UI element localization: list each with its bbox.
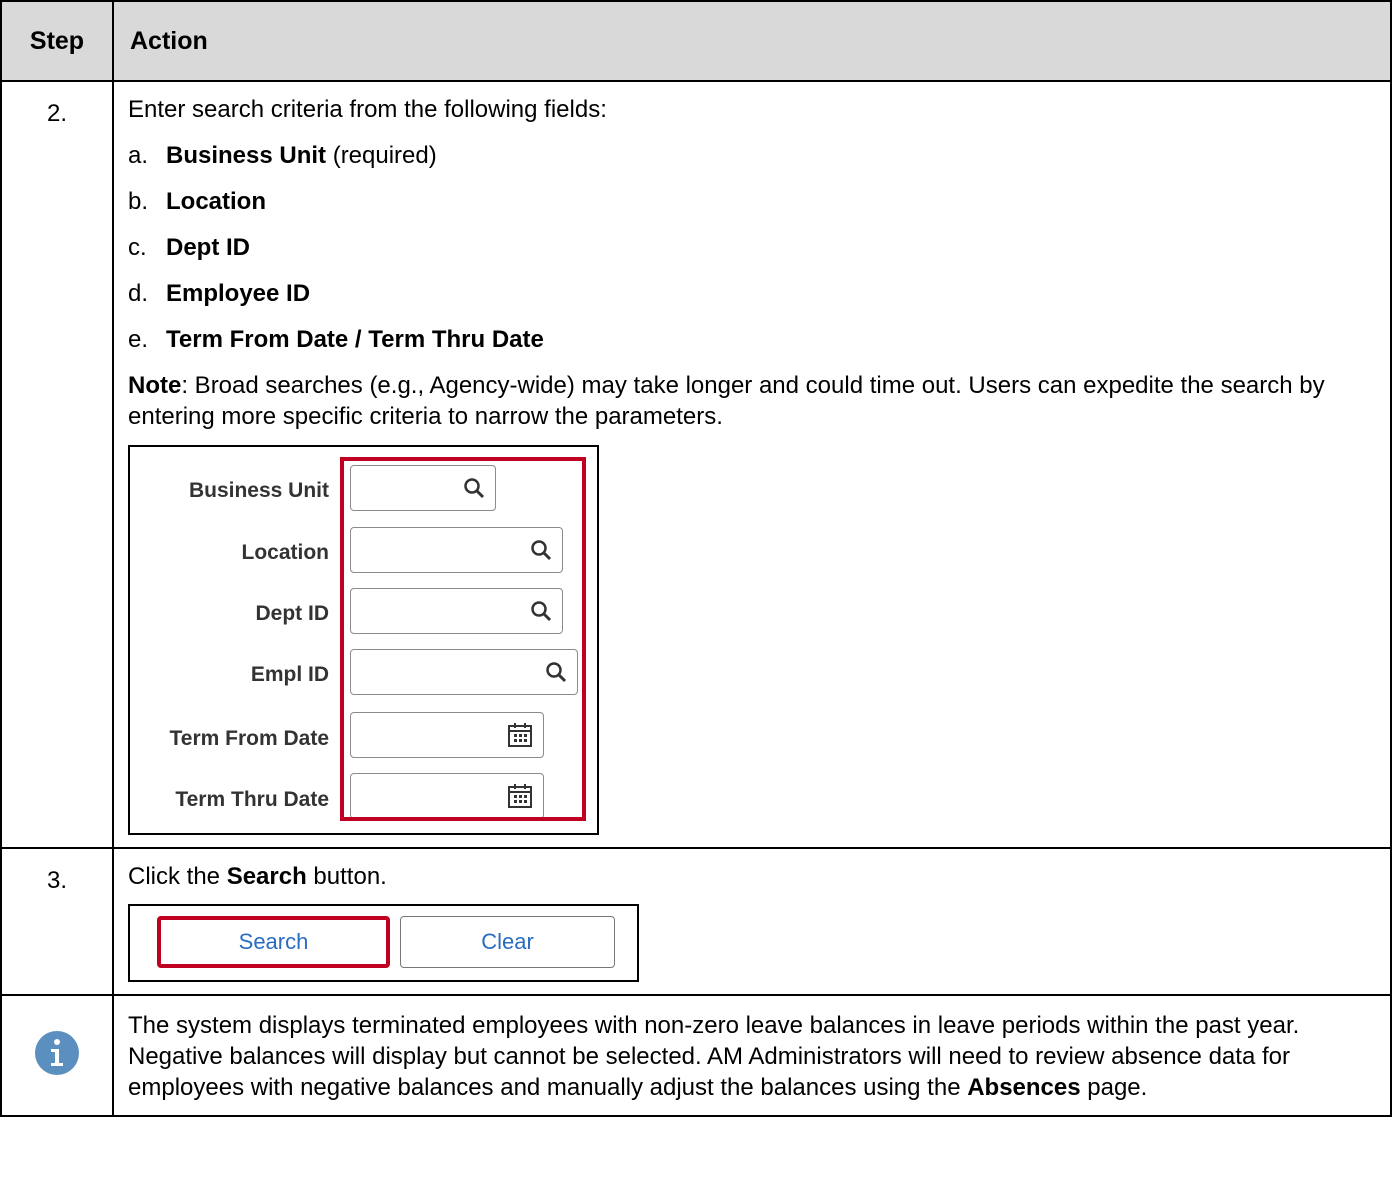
step-3-row: 3. Click the Search button. Search Clear — [0, 847, 1392, 996]
info-row: The system displays terminated employees… — [0, 994, 1392, 1117]
step-2-action: Enter search criteria from the following… — [112, 80, 1392, 849]
list-item: b. Location — [128, 188, 266, 215]
business-unit-label: Business Unit — [188, 479, 329, 502]
info-text: The system displays terminated employees… — [112, 994, 1392, 1117]
search-button[interactable]: Search — [157, 916, 390, 968]
step-3-action: Click the Search button. Search Clear — [112, 847, 1392, 996]
step-3-instruction: Click the Search button. — [128, 863, 387, 890]
highlight-box — [340, 457, 586, 821]
step-number: 3. — [0, 847, 114, 996]
instruction-table: Step Action 2. Enter search criteria fro… — [0, 0, 1392, 1117]
step-number: 2. — [0, 80, 114, 849]
clear-button[interactable]: Clear — [400, 916, 615, 968]
term-thru-date-label: Term Thru Date — [175, 788, 329, 811]
search-criteria-screenshot: Business Unit Location Dept ID Empl ID T… — [128, 445, 599, 835]
step-2-intro: Enter search criteria from the following… — [128, 96, 607, 123]
info-cell — [0, 994, 114, 1117]
note: Note: Broad searches (e.g., Agency-wide)… — [128, 372, 1325, 430]
list-item: c. Dept ID — [128, 234, 250, 261]
empl-id-label: Empl ID — [250, 663, 329, 686]
action-header: Action — [112, 0, 1392, 82]
term-from-date-label: Term From Date — [169, 727, 329, 750]
step-2-row: 2. Enter search criteria from the follow… — [0, 80, 1392, 849]
buttons-screenshot: Search Clear — [128, 904, 639, 982]
header-row: Step Action — [0, 0, 1392, 82]
dept-id-label: Dept ID — [255, 602, 330, 625]
step-header: Step — [0, 0, 114, 82]
list-item: a. Business Unit (required) — [128, 142, 437, 169]
info-icon — [35, 1031, 79, 1075]
location-label: Location — [241, 541, 330, 564]
list-item: d. Employee ID — [128, 280, 311, 307]
list-item: e. Term From Date / Term Thru Date — [128, 326, 544, 353]
